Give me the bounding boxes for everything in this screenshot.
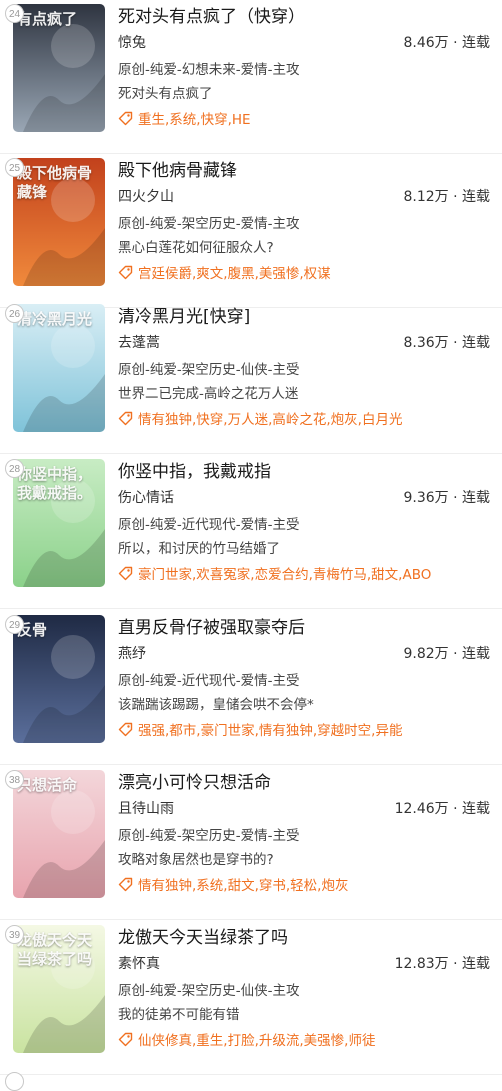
- book-title[interactable]: 龙傲天今天当绿茶了吗: [118, 923, 288, 948]
- book-summary: 该踹踹该踢踢，皇储会哄不会停*: [118, 697, 314, 713]
- rank-badge: 28: [5, 459, 24, 478]
- book-tags-text: 情有独钟,快穿,万人迷,高岭之花,炮灰,白月光: [138, 412, 403, 428]
- tag-icon: [118, 265, 133, 280]
- book-stats: 9.82万 · 连载: [403, 646, 490, 662]
- book-tags: 豪门世家,欢喜冤家,恋爱合约,青梅竹马,甜文,ABO: [118, 563, 431, 583]
- book-item[interactable]: 你竖中指，我戴戒指。 28 你竖中指，我戴戒指 伤心情话 9.36万 · 连载 …: [0, 455, 502, 609]
- book-author[interactable]: 惊兔: [118, 32, 146, 52]
- tag-icon: [118, 411, 133, 426]
- book-author[interactable]: 去蓬蒿: [118, 332, 160, 352]
- book-title[interactable]: 你竖中指，我戴戒指: [118, 457, 271, 482]
- book-summary: 攻略对象居然也是穿书的?: [118, 852, 274, 868]
- book-title[interactable]: 清冷黑月光[快穿]: [118, 302, 250, 327]
- book-cover[interactable]: 龙傲天今天当绿茶了吗: [13, 925, 105, 1053]
- book-tags-text: 重生,系统,快穿,HE: [138, 112, 251, 128]
- book-category: 原创-纯爱-架空历史-仙侠-主受: [118, 362, 300, 378]
- book-item[interactable]: 只想活命 38 漂亮小可怜只想活命 且待山雨 12.46万 · 连载 原创-纯爱…: [0, 766, 502, 920]
- rank-badge: 38: [5, 770, 24, 789]
- book-item[interactable]: 有点疯了 24 死对头有点疯了（快穿） 惊兔 8.46万 · 连载 原创-纯爱-…: [0, 0, 502, 154]
- book-title[interactable]: 漂亮小可怜只想活命: [118, 768, 271, 793]
- tag-icon: [118, 877, 133, 892]
- book-cover[interactable]: 殿下他病骨藏锋: [13, 158, 105, 286]
- book-summary: 我的徒弟不可能有错: [118, 1007, 240, 1023]
- tag-icon: [118, 722, 133, 737]
- book-cover[interactable]: 只想活命: [13, 770, 105, 898]
- cover-title: 清冷黑月光: [17, 310, 93, 328]
- book-cover[interactable]: 有点疯了: [13, 4, 105, 132]
- cover-title: 有点疯了: [17, 10, 78, 28]
- book-category: 原创-纯爱-架空历史-爱情-主受: [118, 828, 300, 844]
- next-rank-badge: [5, 1072, 24, 1091]
- book-item[interactable]: 清冷黑月光 26 清冷黑月光[快穿] 去蓬蒿 8.36万 · 连载 原创-纯爱-…: [0, 300, 502, 454]
- book-tags: 重生,系统,快穿,HE: [118, 108, 251, 128]
- cover-title: 你竖中指，我戴戒指。: [17, 465, 93, 502]
- book-tags: 情有独钟,快穿,万人迷,高岭之花,炮灰,白月光: [118, 408, 402, 428]
- book-category: 原创-纯爱-近代现代-爱情-主受: [118, 517, 300, 533]
- tag-icon: [118, 566, 133, 581]
- rank-badge: 24: [5, 4, 24, 23]
- tag-icon: [118, 111, 133, 126]
- book-stats: 8.36万 · 连载: [403, 335, 490, 351]
- book-title[interactable]: 直男反骨仔被强取豪夺后: [118, 613, 305, 638]
- book-stats: 9.36万 · 连载: [403, 490, 490, 506]
- book-summary: 所以，和讨厌的竹马结婚了: [118, 541, 280, 557]
- book-category: 原创-纯爱-架空历史-仙侠-主攻: [118, 983, 300, 999]
- book-tags: 宫廷侯爵,爽文,腹黑,美强惨,权谋: [118, 262, 331, 282]
- book-stats: 12.83万 · 连载: [394, 956, 490, 972]
- book-author[interactable]: 四火夕山: [118, 186, 174, 206]
- book-author[interactable]: 素怀真: [118, 953, 160, 973]
- rank-badge: 29: [5, 615, 24, 634]
- book-tags-text: 仙侠修真,重生,打脸,升级流,美强惨,师徒: [138, 1033, 376, 1049]
- book-stats: 8.46万 · 连载: [403, 35, 490, 51]
- rank-badge: 39: [5, 925, 24, 944]
- book-stats: 8.12万 · 连载: [403, 189, 490, 205]
- cover-title: 只想活命: [17, 776, 78, 794]
- book-category: 原创-纯爱-近代现代-爱情-主受: [118, 673, 300, 689]
- book-stats: 12.46万 · 连载: [394, 801, 490, 817]
- book-cover[interactable]: 你竖中指，我戴戒指。: [13, 459, 105, 587]
- book-summary: 黑心白莲花如何征服众人?: [118, 240, 274, 256]
- book-item[interactable]: 殿下他病骨藏锋 25 殿下他病骨藏锋 四火夕山 8.12万 · 连载 原创-纯爱…: [0, 154, 502, 308]
- book-cover[interactable]: 反骨: [13, 615, 105, 743]
- book-tags-text: 宫廷侯爵,爽文,腹黑,美强惨,权谋: [138, 266, 331, 282]
- book-author[interactable]: 且待山雨: [118, 798, 174, 818]
- book-tags-text: 豪门世家,欢喜冤家,恋爱合约,青梅竹马,甜文,ABO: [138, 567, 432, 583]
- book-category: 原创-纯爱-幻想未来-爱情-主攻: [118, 62, 300, 78]
- rank-badge: 26: [5, 304, 24, 323]
- cover-title: 殿下他病骨藏锋: [17, 164, 93, 201]
- tag-icon: [118, 1032, 133, 1047]
- book-summary: 死对头有点疯了: [118, 86, 213, 102]
- rank-badge: 25: [5, 158, 24, 177]
- book-summary: 世界二已完成-高岭之花万人迷: [118, 386, 299, 402]
- book-item[interactable]: 反骨 29 直男反骨仔被强取豪夺后 燕纾 9.82万 · 连载 原创-纯爱-近代…: [0, 611, 502, 765]
- book-author[interactable]: 燕纾: [118, 643, 146, 663]
- cover-title: 龙傲天今天当绿茶了吗: [17, 931, 93, 968]
- cover-title: 反骨: [17, 621, 48, 639]
- book-tags-text: 强强,都市,豪门世家,情有独钟,穿越时空,异能: [138, 723, 403, 739]
- book-tags: 情有独钟,系统,甜文,穿书,轻松,炮灰: [118, 874, 348, 894]
- book-tags: 强强,都市,豪门世家,情有独钟,穿越时空,异能: [118, 719, 402, 739]
- book-title[interactable]: 死对头有点疯了（快穿）: [118, 2, 305, 27]
- book-category: 原创-纯爱-架空历史-爱情-主攻: [118, 216, 300, 232]
- book-cover[interactable]: 清冷黑月光: [13, 304, 105, 432]
- book-item[interactable]: 龙傲天今天当绿茶了吗 39 龙傲天今天当绿茶了吗 素怀真 12.83万 · 连载…: [0, 921, 502, 1075]
- book-tags-text: 情有独钟,系统,甜文,穿书,轻松,炮灰: [138, 878, 349, 894]
- book-tags: 仙侠修真,重生,打脸,升级流,美强惨,师徒: [118, 1029, 375, 1049]
- book-title[interactable]: 殿下他病骨藏锋: [118, 156, 237, 181]
- book-author[interactable]: 伤心情话: [118, 487, 174, 507]
